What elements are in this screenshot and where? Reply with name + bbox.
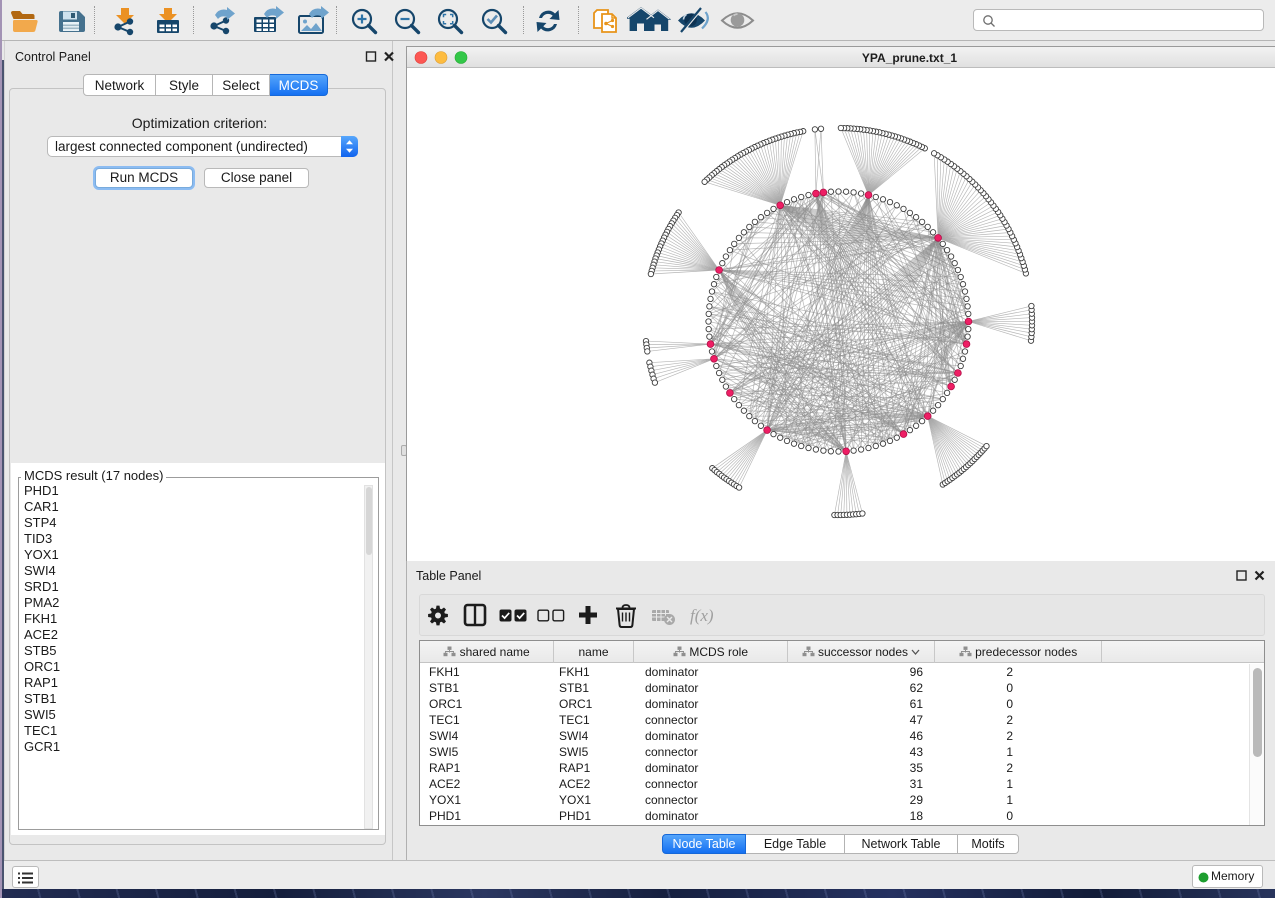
- svg-text:f(x): f(x): [690, 606, 714, 625]
